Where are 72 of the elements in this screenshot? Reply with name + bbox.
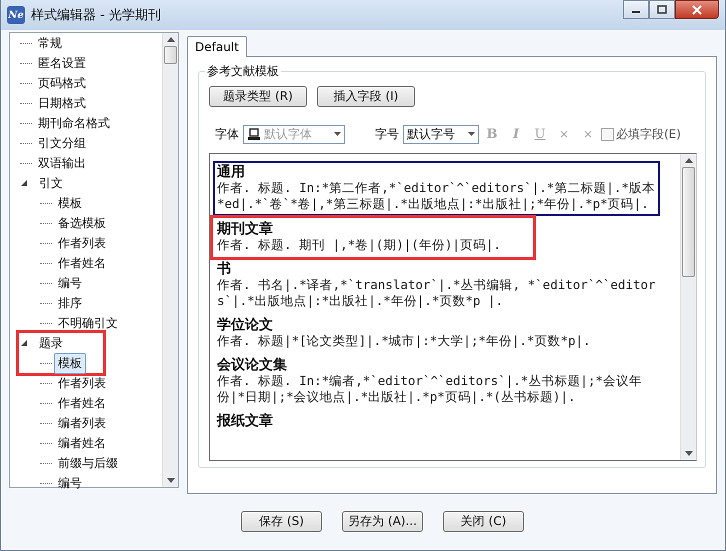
group-title: 参考文献模板 (206, 63, 280, 80)
entry-template-text: 作者. 标题. In:*编者,*`editor`^`editors`|.*丛书标题|;*会议年份|*日期|;*会议地点|.*出版社|.*p*页码|.*(丛书标题)|. (217, 373, 643, 405)
close-button[interactable] (675, 0, 719, 19)
window-title: 样式编辑器 - 光学期刊 (31, 7, 161, 24)
tree-item[interactable]: 常规 (34, 32, 66, 54)
template-entry[interactable]: 书 作者. 书名|.*译者,*`translator`|.*丛书编辑, *`editor`^`editors`|.*出版地点|:*出版社|.*年份|.*页数*p |. (213, 258, 660, 313)
tree-item[interactable]: 模板 (54, 192, 86, 214)
required-checkbox[interactable]: 必填字段(E) (601, 126, 681, 142)
entry-title: 书 (217, 261, 232, 277)
template-editor[interactable] (209, 153, 697, 461)
scroll-up-icon (166, 37, 174, 42)
maximize-icon (657, 5, 667, 14)
tree-item[interactable]: 备选模板 (54, 212, 110, 234)
dropdown-icon (334, 132, 341, 136)
template-entry[interactable]: 通用 作者. 标题. In:*第二作者,*`editor`^`editors`|.*第二标题|.*版本*ed|.*`卷`*卷|,*第三标题|.*出版地点|:*出版社|;*年份|.*p*页码|. (213, 161, 660, 216)
entry-template-text: 作者. 标题. In:*第二作者,*`editor`^`editors`|.*第二标题|.*版本*ed|.*`卷`*卷|,*第三标题|.*出版地点|:*出版社|;*年份|.*p*页码|. (217, 180, 656, 212)
dialog-button[interactable]: 关闭 (C) (443, 510, 524, 532)
entry-title: 学位论文 (217, 317, 274, 333)
template-entry[interactable]: 会议论文集 作者. 标题. In:*编者,*`editor`^`editors`|.*丛书标题|;*会议年份|*日期|;*会议地点|.*出版社|.*p*页码|.*(丛书标题)|. (213, 354, 660, 409)
dialog-button[interactable]: 保存 (S) (241, 510, 322, 532)
entry-template-text: 作者. 标题|*[论文类型]|.*城市|:*大学|;*年份|.*页数*p|. (217, 333, 592, 349)
tree-item[interactable]: 不明确引文 (54, 312, 122, 334)
minimize-button[interactable] (623, 0, 649, 19)
scroll-thumb[interactable] (682, 167, 695, 277)
tree-item[interactable]: 页码格式 (34, 72, 90, 94)
tree-item[interactable]: 编号 (54, 472, 86, 494)
entry-title: 期刊文章 (217, 221, 274, 237)
dialog-button[interactable]: 另存为 (A)... (342, 510, 423, 532)
expander-icon[interactable] (21, 180, 28, 186)
tree-item[interactable]: 前缀与后缀 (54, 452, 122, 474)
tree-item[interactable]: 作者列表 (54, 232, 110, 254)
tree-item[interactable]: 题录 (35, 332, 67, 354)
tree-item[interactable]: 作者列表 (54, 372, 110, 394)
tab[interactable]: Default (187, 36, 247, 57)
tree-item[interactable]: 作者姓名 (54, 252, 110, 274)
scrollbar[interactable] (162, 33, 178, 487)
tree-item[interactable]: 日期格式 (34, 92, 90, 114)
tree-item[interactable]: 模板 (54, 352, 86, 374)
scroll-up-icon (684, 158, 692, 163)
maximize-button[interactable] (649, 0, 675, 19)
tree-item[interactable]: 引文分组 (34, 132, 90, 154)
font-label: 字体 (215, 126, 239, 142)
tree-item[interactable]: 引文 (35, 172, 67, 194)
scroll-thumb[interactable] (164, 46, 177, 64)
tree-item[interactable]: 匿名设置 (34, 52, 90, 74)
toolbar-button[interactable]: 插入字段 (I) (317, 86, 415, 107)
template-entry[interactable]: 报纸文章 (213, 410, 660, 433)
toolbar-button[interactable]: 题录类型 (R) (209, 86, 307, 107)
template-entry[interactable]: 期刊文章 作者. 标题. 期刊 |,*卷|(期)|(年份)|页码|. (213, 218, 505, 257)
size-dropdown[interactable]: 默认字号 (403, 124, 479, 144)
tree-item[interactable]: 编者列表 (54, 412, 110, 434)
template-entry[interactable]: 学位论文 作者. 标题|*[论文类型]|.*城市|:*大学|;*年份|.*页数*p|. (213, 314, 660, 353)
entry-title: 会议论文集 (217, 357, 288, 373)
expander-icon[interactable] (21, 340, 28, 346)
entry-template-text: 作者. 标题. 期刊 |,*卷|(期)|(年份)|页码|. (217, 237, 501, 253)
tree-item[interactable]: 双语输出 (34, 152, 90, 174)
scroll-down-icon (684, 451, 692, 456)
entry-template-text: 作者. 书名|.*译者,*`translator`|.*丛书编辑, *`editor`^`editors`|.*出版地点|:*出版社|.*年份|.*页数*p |. (217, 277, 656, 309)
size-label: 字号 (375, 126, 399, 142)
tree-item[interactable]: 期刊命名格式 (34, 112, 114, 134)
tree-item[interactable]: 排序 (54, 292, 86, 314)
tree-item[interactable]: 编者姓名 (54, 432, 110, 454)
dropdown-icon (468, 132, 475, 136)
scrollbar[interactable] (680, 154, 696, 460)
entry-title: 报纸文章 (217, 413, 274, 429)
scroll-down-icon (166, 478, 174, 483)
tree-item[interactable]: 编号 (54, 272, 86, 294)
close-icon (692, 4, 702, 14)
entry-title: 通用 (217, 164, 246, 180)
printer-icon (247, 128, 261, 140)
tree-item[interactable]: 作者姓名 (54, 392, 110, 414)
app-logo: Ne (7, 6, 25, 24)
